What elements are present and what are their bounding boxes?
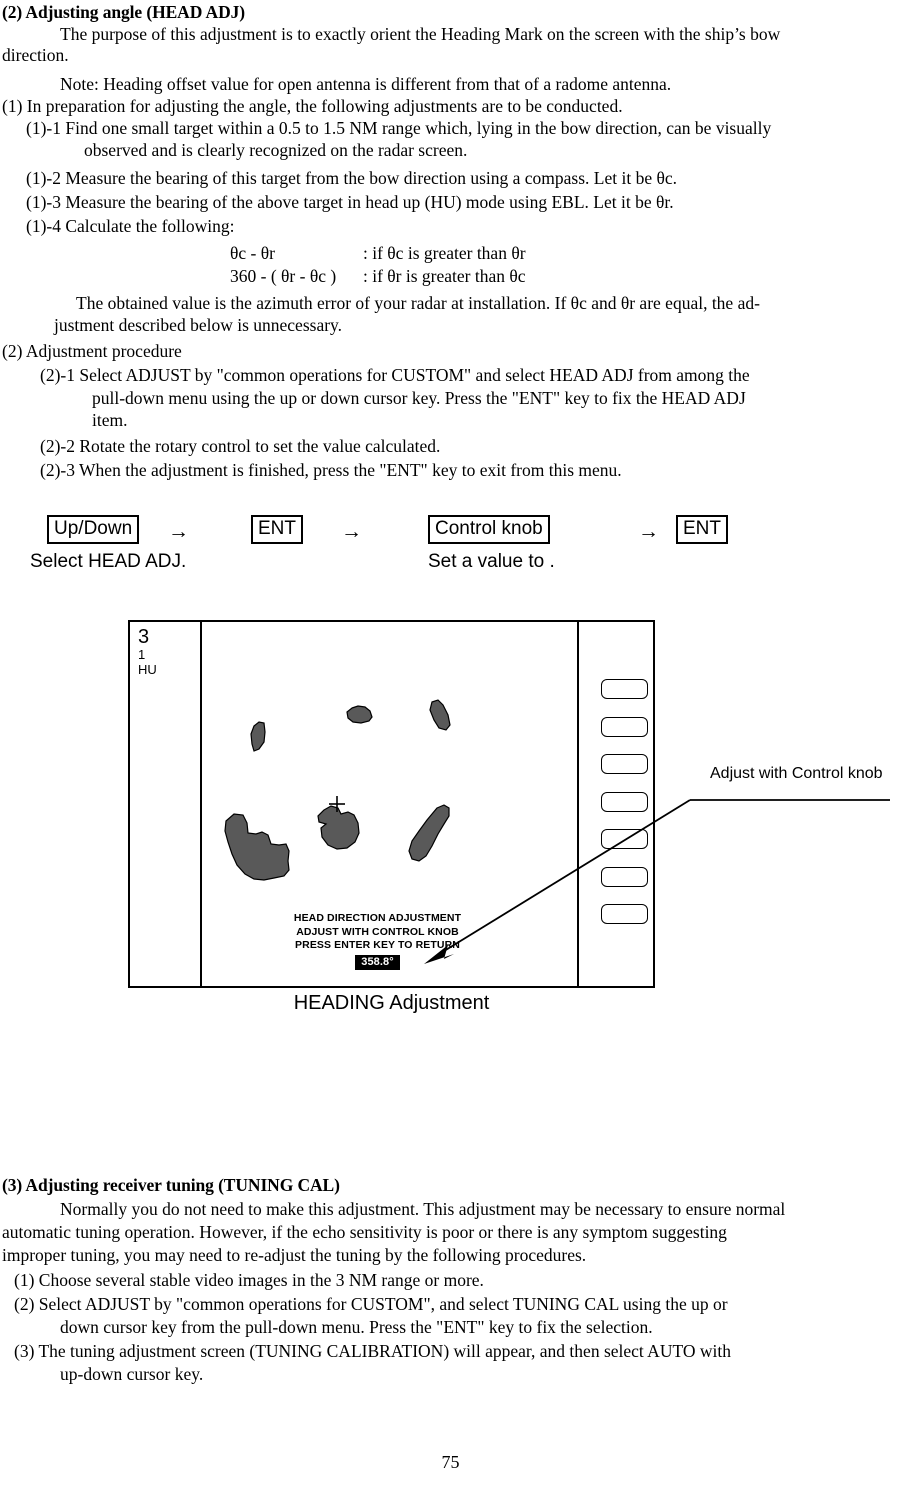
radar-echo-3 xyxy=(429,699,451,731)
flow-arrow-1-icon: → xyxy=(168,519,189,543)
section-2-item-2-1-line-1: (2)-1 Select ADJUST by "common operation… xyxy=(40,365,750,385)
section-2-intro-line-1: The purpose of this adjustment is to exa… xyxy=(60,24,781,44)
section-3-item-1: (1) Choose several stable video images i… xyxy=(14,1270,484,1290)
section-3-item-3-line-2: up-down cursor key. xyxy=(60,1364,204,1384)
section-2-item-2-1-line-2: pull-down menu using the up or down curs… xyxy=(92,388,746,408)
section-2-item-1-1-line-1: (1)-1 Find one small target within a 0.5… xyxy=(26,118,772,138)
section-2-intro-line-2: direction. xyxy=(2,45,69,65)
radar-echo-2 xyxy=(250,721,266,752)
section-3-line-1: Normally you do not need to make this ad… xyxy=(60,1199,786,1219)
radar-orientation-mode-label: HU xyxy=(138,661,157,677)
page-number: 75 xyxy=(441,1452,460,1472)
section-3-item-3-line-1: (3) The tuning adjustment screen (TUNING… xyxy=(14,1341,731,1361)
section-3-heading: (3) Adjusting receiver tuning (TUNING CA… xyxy=(2,1175,340,1195)
section-3-item-2-line-2: down cursor key from the pull-down menu.… xyxy=(60,1317,653,1337)
figure-caption: HEADING Adjustment xyxy=(293,992,490,1014)
radar-echo-4 xyxy=(224,813,290,881)
radar-echo-1 xyxy=(346,705,373,724)
radar-range-ring-label: 1 xyxy=(138,647,146,663)
section-2-item-2-1-line-3: item. xyxy=(92,410,128,430)
radar-echo-5 xyxy=(317,805,360,850)
section-2-item-2: (2) Adjustment procedure xyxy=(2,341,182,361)
section-2-item-1-2: (1)-2 Measure the bearing of this target… xyxy=(26,168,677,188)
flow-step-up-down-button[interactable]: Up/Down xyxy=(47,515,140,544)
section-2-item-1-1-line-2: observed and is clearly recognized on th… xyxy=(84,140,468,160)
section-2-result-line-1: The obtained value is the azimuth error … xyxy=(76,293,760,313)
section-3-line-2: automatic tuning operation. However, if … xyxy=(2,1222,727,1242)
manual-page: (2) Adjusting angle (HEAD ADJ) The purpo… xyxy=(0,0,901,1495)
radar-range-label: 3 xyxy=(138,626,150,648)
section-2-note: Note: Heading offset value for open ante… xyxy=(60,74,672,94)
flow-caption-select-head-adj: Select HEAD ADJ. xyxy=(30,551,187,572)
radar-left-info-panel: 3 1 HU xyxy=(138,626,157,677)
section-2-item-1: (1) In preparation for adjusting the ang… xyxy=(2,96,623,116)
flow-arrow-2-icon: → xyxy=(341,519,362,543)
heading-value-readout[interactable]: 358.8° xyxy=(355,954,400,970)
flow-step-ent-button-2[interactable]: ENT xyxy=(676,515,728,544)
formula-2-right: : if θr is greater than θc xyxy=(363,266,526,286)
flow-step-control-knob-button[interactable]: Control knob xyxy=(428,515,550,544)
formula-1-left: θc - θr xyxy=(230,243,275,263)
radar-softkey-1[interactable] xyxy=(601,679,648,699)
radar-softkey-2[interactable] xyxy=(601,716,648,737)
section-3-item-2-line-1: (2) Select ADJUST by "common operations … xyxy=(14,1294,728,1314)
section-3-line-3: improper tuning, you may need to re-adju… xyxy=(2,1245,587,1265)
callout-leader-line xyxy=(424,799,890,964)
section-2-item-1-4: (1)-4 Calculate the following: xyxy=(26,216,235,236)
formula-1-right: : if θc is greater than θr xyxy=(363,243,526,263)
flow-arrow-3-icon: → xyxy=(638,519,659,543)
section-2-heading: (2) Adjusting angle (HEAD ADJ) xyxy=(2,2,245,22)
flow-caption-set-value: Set a value to . xyxy=(428,551,555,572)
section-2-item-2-3: (2)-3 When the adjustment is finished, p… xyxy=(40,460,622,480)
section-2-result-line-2: justment described below is unnecessary. xyxy=(54,315,343,335)
formula-2-left: 360 - ( θr - θc ) xyxy=(230,266,337,286)
section-2-item-1-3: (1)-3 Measure the bearing of the above t… xyxy=(26,192,674,212)
flow-step-ent-button-1[interactable]: ENT xyxy=(251,515,303,544)
section-2-item-2-2: (2)-2 Rotate the rotary control to set t… xyxy=(40,436,441,456)
